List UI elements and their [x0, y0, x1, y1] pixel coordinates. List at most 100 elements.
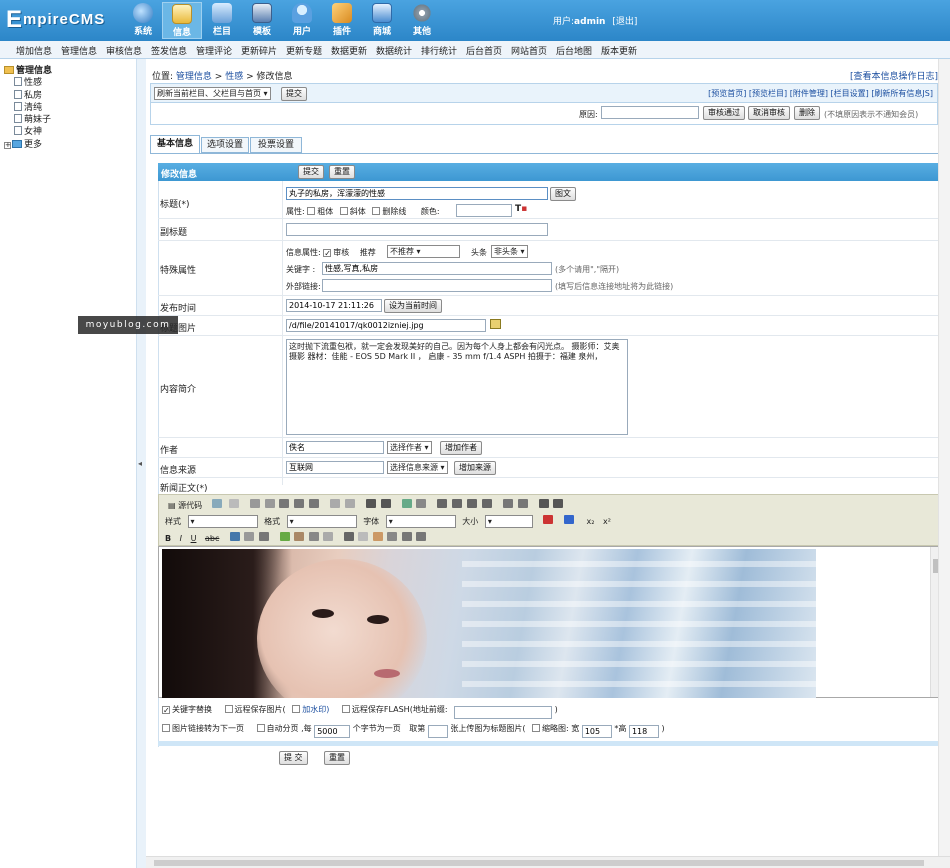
text-color-icon[interactable] [543, 515, 554, 524]
top-nav-column[interactable]: 栏目 [202, 2, 242, 39]
thumb-height-input[interactable] [628, 725, 659, 738]
replace-icon[interactable] [380, 499, 391, 508]
link-icon[interactable] [229, 532, 240, 541]
flash-icon[interactable] [294, 532, 305, 541]
author-input[interactable] [286, 441, 384, 454]
top-nav-plugin[interactable]: 插件 [322, 2, 362, 39]
subnav-site-home[interactable]: 网站首页 [511, 44, 547, 57]
thumbnail-checkbox[interactable] [532, 724, 541, 732]
subnav-admin-map[interactable]: 后台地图 [556, 44, 592, 57]
keyword-replace-checkbox[interactable] [162, 706, 170, 714]
image-icon[interactable] [279, 532, 290, 541]
new-page-icon[interactable] [228, 499, 239, 508]
outdent-icon[interactable] [502, 499, 513, 508]
subtitle-input[interactable] [286, 223, 548, 236]
expand-icon[interactable]: + [4, 141, 11, 149]
flash-prefix-input[interactable] [454, 706, 553, 719]
auto-page-input[interactable] [314, 725, 351, 738]
bold-icon[interactable]: B [165, 534, 171, 543]
size-select[interactable] [484, 515, 533, 528]
numbered-list-icon[interactable] [538, 499, 549, 508]
horizontal-rule-icon[interactable] [358, 532, 369, 541]
paste-icon[interactable] [279, 499, 290, 508]
tree-item-private[interactable]: 私房 [4, 89, 52, 102]
vertical-scrollbar[interactable] [938, 59, 950, 856]
unlink-icon[interactable] [244, 532, 255, 541]
bottom-submit-button[interactable]: 提 交 [279, 751, 308, 765]
tree-item-sexy[interactable]: 性感 [4, 77, 52, 89]
table-icon[interactable] [343, 532, 354, 541]
thumb-width-input[interactable] [581, 725, 612, 738]
align-justify-icon[interactable] [481, 499, 492, 508]
collapse-arrow-icon[interactable]: ◂ [138, 459, 142, 468]
subnav-data-update[interactable]: 数据更新 [331, 44, 367, 57]
intro-textarea[interactable]: 这时抛下流重包袱，就一定会发现美好的自己。因为每个人身上都会有闪光点。 摄影师：… [286, 339, 628, 435]
align-left-icon[interactable] [437, 499, 448, 508]
bullet-list-icon[interactable] [553, 499, 564, 508]
paste-word-icon[interactable] [309, 499, 320, 508]
audit-cancel-button[interactable]: 取消审核 [748, 106, 790, 120]
title-color-input[interactable] [456, 204, 512, 217]
top-nav-template[interactable]: 模板 [242, 2, 282, 39]
subnav-manage-info[interactable]: 管理信息 [61, 44, 97, 57]
select-all-icon[interactable] [401, 499, 412, 508]
smiley-icon[interactable] [372, 532, 383, 541]
undo-icon[interactable] [330, 499, 341, 508]
superscript-icon[interactable]: x² [603, 517, 611, 526]
top-nav-other[interactable]: 其他 [402, 2, 442, 39]
indent-icon[interactable] [517, 499, 528, 508]
form-submit-button[interactable]: 提交 [298, 165, 324, 179]
form-reset-button[interactable]: 重置 [329, 165, 355, 179]
subnav-data-stats[interactable]: 数据统计 [376, 44, 412, 57]
italic-icon[interactable]: I [180, 534, 182, 543]
subnav-topics[interactable]: 更新专题 [286, 44, 322, 57]
image-select-icon[interactable] [490, 319, 501, 329]
title-image-input[interactable] [286, 319, 486, 332]
editor-photo[interactable] [162, 549, 816, 698]
file-attach-icon[interactable] [323, 532, 334, 541]
remote-save-flash-checkbox[interactable] [341, 705, 350, 713]
align-right-icon[interactable] [467, 499, 478, 508]
redo-icon[interactable] [344, 499, 355, 508]
recommend-select[interactable]: 不推荐 [387, 245, 460, 258]
top-nav-shop[interactable]: 商城 [362, 2, 402, 39]
set-current-time-button[interactable]: 设为当前时间 [384, 299, 442, 313]
top-nav-user[interactable]: 用户 [282, 2, 322, 39]
save-icon[interactable] [211, 499, 222, 508]
keywords-input[interactable] [322, 262, 552, 275]
column-settings-link[interactable]: [栏目设置] [831, 89, 869, 98]
author-select[interactable]: 选择作者 [387, 441, 432, 454]
subnav-sign-info[interactable]: 签发信息 [151, 44, 187, 57]
tree-root[interactable]: 管理信息 [4, 65, 52, 77]
media-icon[interactable] [308, 532, 319, 541]
remote-save-image-checkbox[interactable] [224, 705, 233, 713]
top-nav-info[interactable]: 信息 [162, 2, 202, 39]
find-icon[interactable] [365, 499, 376, 508]
tree-item-cute[interactable]: 萌妹子 [4, 114, 52, 126]
add-watermark-checkbox[interactable] [292, 705, 301, 713]
copy-icon[interactable] [264, 499, 275, 508]
breadcrumb-link-sexy[interactable]: 性感 [225, 72, 243, 82]
audit-pass-button[interactable]: 审核通过 [703, 106, 745, 120]
preview-home-link[interactable]: [预览首页] [708, 89, 746, 98]
operation-log-link[interactable]: [查看本信息操作日志] [850, 69, 938, 82]
preview-column-link[interactable]: [预览栏目] [749, 89, 787, 98]
refresh-js-link[interactable]: [刷新所有信息JS] [871, 89, 933, 98]
auto-page-checkbox[interactable] [256, 724, 265, 732]
italic-checkbox[interactable] [339, 207, 348, 215]
horizontal-scroll-thumb[interactable] [154, 860, 924, 866]
tree-item-pure[interactable]: 清纯 [4, 101, 52, 114]
add-author-button[interactable]: 增加作者 [440, 441, 482, 455]
external-link-input[interactable] [322, 279, 552, 292]
subnav-comments[interactable]: 管理评论 [196, 44, 232, 57]
attachment-manage-link[interactable]: [附件管理] [790, 89, 828, 98]
color-picker-icon[interactable]: T▪ [515, 204, 527, 214]
tree-item-goddess[interactable]: 女神 [4, 126, 52, 138]
tab-options[interactable]: 选项设置 [201, 137, 249, 153]
subnav-audit-info[interactable]: 审核信息 [106, 44, 142, 57]
add-source-button[interactable]: 增加来源 [454, 461, 496, 475]
source-code-button[interactable]: ▤ 源代码 [165, 499, 205, 512]
bottom-reset-button[interactable]: 重置 [324, 751, 350, 765]
style-select[interactable] [187, 515, 258, 528]
cut-icon[interactable] [249, 499, 260, 508]
